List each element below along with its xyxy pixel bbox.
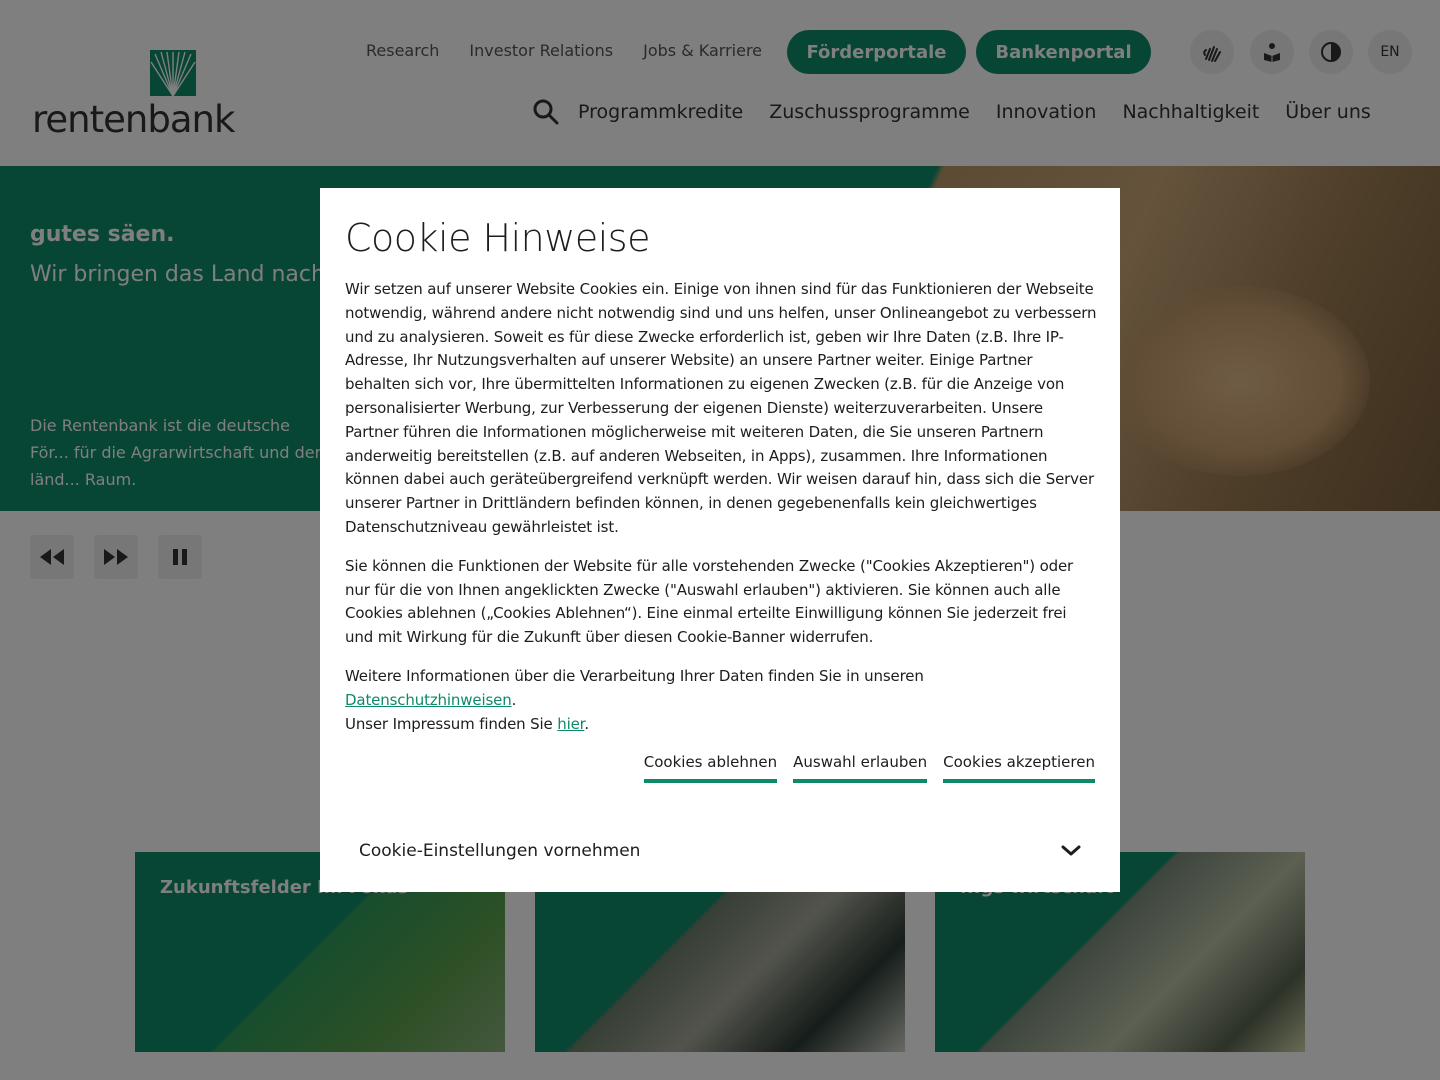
cookie-dialog-title: Cookie Hinweise [345, 216, 650, 260]
privacy-policy-link[interactable]: Datenschutzhinweisen [345, 691, 512, 709]
cookie-dialog: Cookie Hinweise Wir setzen auf unserer W… [320, 188, 1120, 892]
chevron-down-icon [1061, 845, 1081, 856]
cookie-text-paragraph: Sie können die Funktionen der Website fü… [345, 556, 1074, 647]
imprint-info-text: Unser Impressum finden Sie [345, 714, 558, 733]
cookie-text-paragraph: Wir setzen auf unserer Website Cookies e… [345, 280, 1097, 536]
privacy-info-text: Weitere Informationen über die Verarbeit… [345, 666, 924, 685]
punctuation: . [511, 690, 517, 709]
accept-cookies-button[interactable]: Cookies akzeptieren [943, 753, 1095, 783]
cookie-actions: Cookies ablehnen Auswahl erlauben Cookie… [643, 753, 1095, 783]
cookie-text-paragraph: Weitere Informationen über die Verarbeit… [345, 665, 1097, 736]
imprint-link[interactable]: hier [557, 715, 584, 733]
punctuation: . [584, 714, 589, 733]
reject-cookies-button[interactable]: Cookies ablehnen [643, 753, 778, 783]
cookie-settings-label: Cookie-Einstellungen vornehmen [359, 841, 641, 861]
allow-selection-button[interactable]: Auswahl erlauben [793, 753, 928, 783]
cookie-dialog-body: Wir setzen auf unserer Website Cookies e… [345, 278, 1097, 751]
cookie-settings-toggle[interactable]: Cookie-Einstellungen vornehmen [320, 810, 1120, 892]
